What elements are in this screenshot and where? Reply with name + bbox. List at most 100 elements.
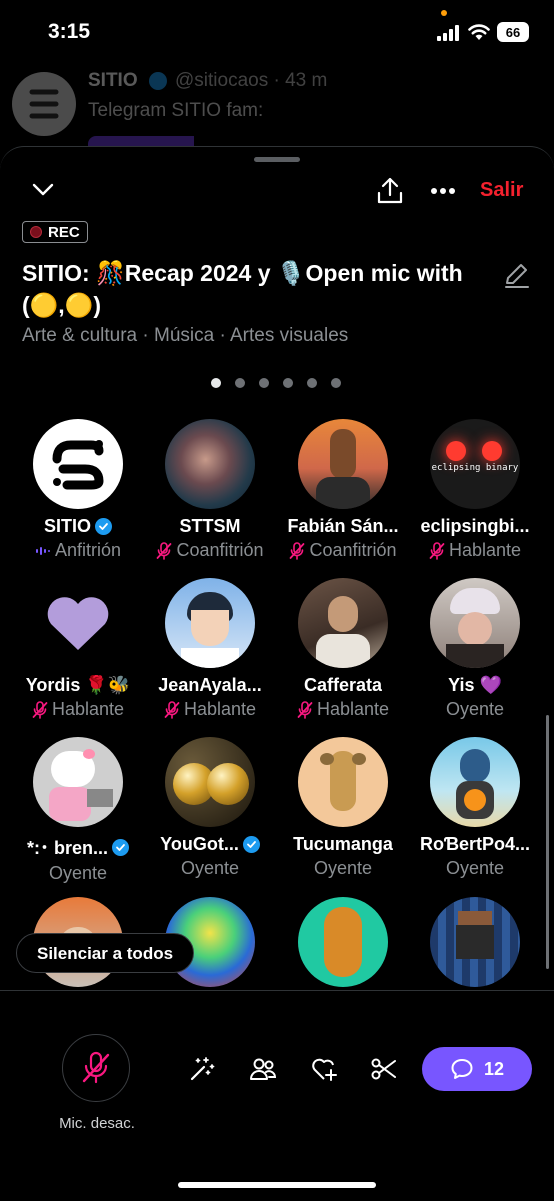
avatar[interactable]	[165, 737, 255, 827]
participant-role-text: Hablante	[51, 699, 125, 719]
mic-muted-icon	[32, 700, 48, 719]
verified-badge-icon	[112, 838, 129, 856]
participant[interactable]: Cafferata Hablante	[277, 578, 409, 720]
avatar[interactable]	[430, 737, 520, 827]
page-dot[interactable]	[331, 378, 341, 388]
share-icon[interactable]	[377, 177, 403, 205]
tweet-text: Telegram SITIO fam:	[88, 100, 264, 121]
space-sheet: Salir REC SITIO: 🎊Recap 2024 y 🎙️Open mi…	[0, 146, 554, 1201]
verified-badge-icon	[95, 518, 112, 535]
participant-role: Oyente	[144, 858, 276, 879]
mic-muted-icon	[297, 700, 313, 719]
participant-role-text: Coanfitrión	[176, 540, 264, 560]
participant-role-text: Hablante	[316, 699, 390, 719]
privacy-indicator	[441, 10, 447, 16]
avatar[interactable]	[33, 419, 123, 509]
scissors-icon[interactable]	[370, 1055, 398, 1083]
avatar[interactable]	[165, 578, 255, 668]
people-icon[interactable]	[249, 1055, 277, 1083]
participant[interactable]: Yis 💜 Oyente	[409, 578, 541, 720]
participant-name: STTSM	[144, 516, 276, 537]
participant[interactable]: RoƁertPo4... Oyente	[409, 737, 541, 879]
mic-muted-icon	[429, 541, 445, 560]
comment-bubble-icon	[451, 1059, 473, 1079]
participant[interactable]	[277, 897, 409, 987]
clock: 3:15	[48, 20, 91, 43]
home-indicator[interactable]	[178, 1182, 376, 1188]
participant[interactable]: *:･ bren... Oyente	[12, 737, 144, 884]
avatar[interactable]	[33, 578, 123, 668]
background-tweet: SITIO @sitiocaos · 43 m Telegram SITIO f…	[0, 60, 554, 160]
avatar[interactable]	[33, 737, 123, 827]
page-dot[interactable]	[259, 378, 269, 388]
participant-role-text: Oyente	[48, 863, 108, 883]
mic-muted-icon	[157, 541, 172, 560]
participant-role: Hablante	[144, 699, 276, 720]
page-dot[interactable]	[235, 378, 245, 388]
avatar[interactable]	[298, 578, 388, 668]
participant-name-text: Fabián Sán...	[287, 516, 399, 536]
avatar[interactable]	[430, 578, 520, 668]
sitio-logo-icon	[29, 89, 59, 119]
avatar[interactable]	[430, 897, 520, 987]
avatar[interactable]	[165, 419, 255, 509]
participant-role-text: Oyente	[445, 858, 505, 878]
participant-name-text: eclipsingbi...	[420, 516, 530, 536]
participant[interactable]: Yordis 🌹🐝 Hablante	[12, 578, 144, 720]
participant-role: Coanfitrión	[144, 540, 276, 561]
participant-name: JeanAyala...	[144, 675, 276, 696]
scrollbar[interactable]	[546, 715, 549, 969]
participant-role-text: Anfitrión	[54, 540, 122, 560]
heart-plus-icon[interactable]	[310, 1055, 338, 1083]
mute-all-button[interactable]: Silenciar a todos	[16, 933, 195, 973]
chevron-down-icon[interactable]	[32, 183, 54, 197]
participant-name: Cafferata	[277, 675, 409, 696]
participant-name: Tucumanga	[277, 834, 409, 855]
page-indicator	[211, 378, 341, 388]
page-dot[interactable]	[211, 378, 221, 388]
wifi-icon	[468, 24, 490, 40]
mic-muted-icon	[164, 700, 180, 719]
avatar[interactable]	[298, 897, 388, 987]
participant[interactable]: SITIO Anfitrión	[12, 419, 144, 561]
divider	[0, 990, 554, 991]
avatar[interactable]: eclipsing binary	[430, 419, 520, 509]
participant[interactable]: STTSM Coanfitrión	[144, 419, 276, 561]
record-dot-icon	[30, 226, 42, 238]
participant-name: Fabián Sán...	[277, 516, 409, 537]
mic-toggle-button[interactable]	[62, 1034, 130, 1102]
participant-role-text: Coanfitrión	[309, 540, 397, 560]
participant-role-text: Oyente	[313, 858, 373, 878]
tweet-author-name: SITIO	[88, 70, 138, 91]
mic-muted-icon	[82, 1051, 110, 1084]
participant[interactable]	[409, 897, 541, 987]
participant-role-text: Hablante	[448, 540, 522, 560]
leave-button[interactable]: Salir	[480, 179, 523, 202]
participant-role-text: Oyente	[445, 699, 505, 719]
participant[interactable]: Fabián Sán... Coanfitrión	[277, 419, 409, 561]
participant[interactable]: JeanAyala... Hablante	[144, 578, 276, 720]
status-bar: 3:15 66	[0, 0, 554, 66]
participant[interactable]: Tucumanga Oyente	[277, 737, 409, 879]
participant[interactable]: YouGot... Oyente	[144, 737, 276, 879]
participant-name: *:･ bren...	[12, 834, 144, 860]
more-icon[interactable]	[430, 187, 456, 195]
participant[interactable]: eclipsing binary eclipsingbi... Hablante	[409, 419, 541, 561]
comments-button[interactable]: 12	[422, 1047, 532, 1091]
participant-name-text: Cafferata	[303, 675, 383, 695]
tweet-handle: @sitiocaos · 43 m	[175, 70, 328, 91]
participant-name: SITIO	[12, 516, 144, 537]
sparkle-wand-icon[interactable]	[188, 1055, 216, 1083]
page-dot[interactable]	[307, 378, 317, 388]
space-category: Arte & cultura · Música · Artes visuales	[22, 325, 349, 346]
participant-name: YouGot...	[144, 834, 276, 855]
participant-role: Hablante	[409, 540, 541, 561]
page-dot[interactable]	[283, 378, 293, 388]
drag-handle[interactable]	[254, 157, 300, 162]
avatar[interactable]	[298, 737, 388, 827]
participant-role: Oyente	[409, 858, 541, 879]
participant-name: Yordis 🌹🐝	[12, 675, 144, 696]
avatar[interactable]	[298, 419, 388, 509]
edit-icon[interactable]	[503, 261, 531, 289]
participant-name-text: STTSM	[179, 516, 241, 536]
